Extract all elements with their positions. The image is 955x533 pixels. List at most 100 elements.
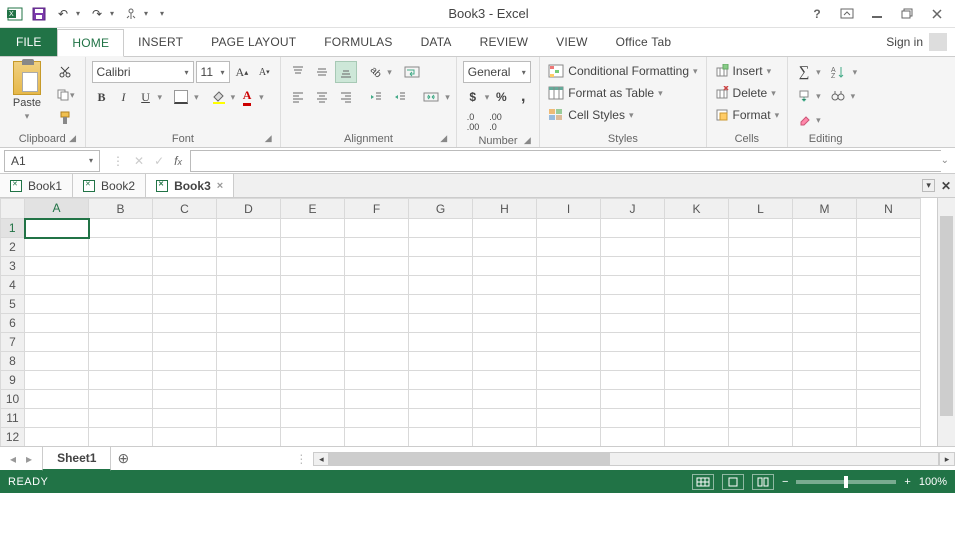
cell[interactable] <box>281 352 345 371</box>
row-header[interactable]: 3 <box>1 257 25 276</box>
scroll-thumb[interactable] <box>330 453 610 465</box>
column-header[interactable]: L <box>729 199 793 219</box>
cell[interactable] <box>409 390 473 409</box>
fill-button[interactable] <box>794 85 814 107</box>
enter-formula-icon[interactable]: ✓ <box>154 154 164 168</box>
qat-customize-dropdown-icon[interactable]: ▾ <box>160 9 168 18</box>
cell[interactable] <box>601 352 665 371</box>
cell[interactable] <box>473 371 537 390</box>
align-right-button[interactable] <box>335 86 357 108</box>
cell[interactable] <box>793 390 857 409</box>
cell[interactable] <box>89 257 153 276</box>
cell[interactable] <box>345 314 409 333</box>
cell[interactable] <box>601 333 665 352</box>
cell[interactable] <box>281 219 345 238</box>
cell[interactable] <box>665 371 729 390</box>
cell[interactable] <box>601 276 665 295</box>
formula-input[interactable] <box>190 150 941 172</box>
cell[interactable] <box>89 409 153 428</box>
cell[interactable] <box>217 390 281 409</box>
cell[interactable] <box>793 371 857 390</box>
fill-color-button[interactable] <box>207 86 229 108</box>
number-dialog-launcher-icon[interactable]: ◢ <box>521 135 533 147</box>
cell[interactable] <box>409 352 473 371</box>
autosum-dropdown-icon[interactable]: ▾ <box>816 67 821 78</box>
cell[interactable] <box>281 409 345 428</box>
zoom-level[interactable]: 100% <box>919 476 947 488</box>
cell[interactable] <box>665 257 729 276</box>
tab-data[interactable]: DATA <box>407 28 466 56</box>
column-header[interactable]: C <box>153 199 217 219</box>
cell[interactable] <box>473 333 537 352</box>
cell-styles-button[interactable]: Cell Styles▾ <box>546 105 635 125</box>
decrease-decimal-button[interactable]: .00.0 <box>485 111 506 133</box>
view-page-break-icon[interactable] <box>752 474 774 490</box>
border-dropdown-icon[interactable]: ▾ <box>194 92 199 103</box>
format-cells-button[interactable]: Format▾ <box>713 105 782 125</box>
column-header[interactable]: D <box>217 199 281 219</box>
increase-font-button[interactable]: A▴ <box>232 61 253 83</box>
cell[interactable] <box>153 276 217 295</box>
cell[interactable] <box>537 314 601 333</box>
cell[interactable] <box>665 276 729 295</box>
align-bottom-button[interactable] <box>335 61 357 83</box>
ribbon-options-icon[interactable] <box>835 4 859 24</box>
cell[interactable] <box>857 371 921 390</box>
sign-in[interactable]: Sign in <box>878 28 955 56</box>
cell[interactable] <box>217 428 281 447</box>
cell[interactable] <box>409 409 473 428</box>
namebox-divider-icon[interactable]: ⋮ <box>112 154 124 168</box>
alignment-dialog-launcher-icon[interactable]: ◢ <box>438 133 450 145</box>
redo-dropdown-icon[interactable]: ▾ <box>110 9 118 18</box>
zoom-in-icon[interactable]: + <box>904 476 910 488</box>
cell[interactable] <box>537 352 601 371</box>
cell[interactable] <box>281 371 345 390</box>
formula-expand-icon[interactable]: ⌄ <box>941 155 949 166</box>
accounting-format-button[interactable]: $ <box>463 86 483 108</box>
cell[interactable] <box>729 314 793 333</box>
cell[interactable] <box>793 257 857 276</box>
cell[interactable] <box>25 371 89 390</box>
cell[interactable] <box>729 257 793 276</box>
underline-dropdown-icon[interactable]: ▾ <box>158 92 163 103</box>
tab-home[interactable]: HOME <box>57 29 124 57</box>
cell[interactable] <box>857 276 921 295</box>
cell[interactable] <box>25 333 89 352</box>
cell[interactable] <box>89 428 153 447</box>
cell[interactable] <box>857 238 921 257</box>
cell[interactable] <box>89 314 153 333</box>
cell[interactable] <box>537 371 601 390</box>
column-header[interactable]: J <box>601 199 665 219</box>
column-header[interactable]: K <box>665 199 729 219</box>
horizontal-scrollbar[interactable] <box>329 452 939 466</box>
cell[interactable] <box>473 238 537 257</box>
cell[interactable] <box>345 295 409 314</box>
cell[interactable] <box>537 276 601 295</box>
cell[interactable] <box>665 295 729 314</box>
view-normal-icon[interactable] <box>692 474 714 490</box>
cell[interactable] <box>537 390 601 409</box>
cell[interactable] <box>473 428 537 447</box>
cell[interactable] <box>665 219 729 238</box>
cell[interactable] <box>665 352 729 371</box>
cell[interactable] <box>665 409 729 428</box>
cell[interactable] <box>857 333 921 352</box>
cell[interactable] <box>729 276 793 295</box>
cell[interactable] <box>537 238 601 257</box>
vertical-scrollbar[interactable] <box>937 198 955 446</box>
cell[interactable] <box>793 295 857 314</box>
cell[interactable] <box>857 295 921 314</box>
cell[interactable] <box>89 333 153 352</box>
insert-cells-button[interactable]: Insert▾ <box>713 61 774 81</box>
cell[interactable] <box>89 390 153 409</box>
align-middle-button[interactable] <box>311 61 333 83</box>
row-header[interactable]: 1 <box>1 219 25 238</box>
cell[interactable] <box>409 257 473 276</box>
align-top-button[interactable] <box>287 61 309 83</box>
increase-indent-button[interactable] <box>389 86 411 108</box>
cell[interactable] <box>217 314 281 333</box>
touch-dropdown-icon[interactable]: ▾ <box>144 9 152 18</box>
accounting-dropdown-icon[interactable]: ▾ <box>485 92 490 103</box>
cell[interactable] <box>25 409 89 428</box>
number-format-combo[interactable]: General▾ <box>463 61 531 83</box>
